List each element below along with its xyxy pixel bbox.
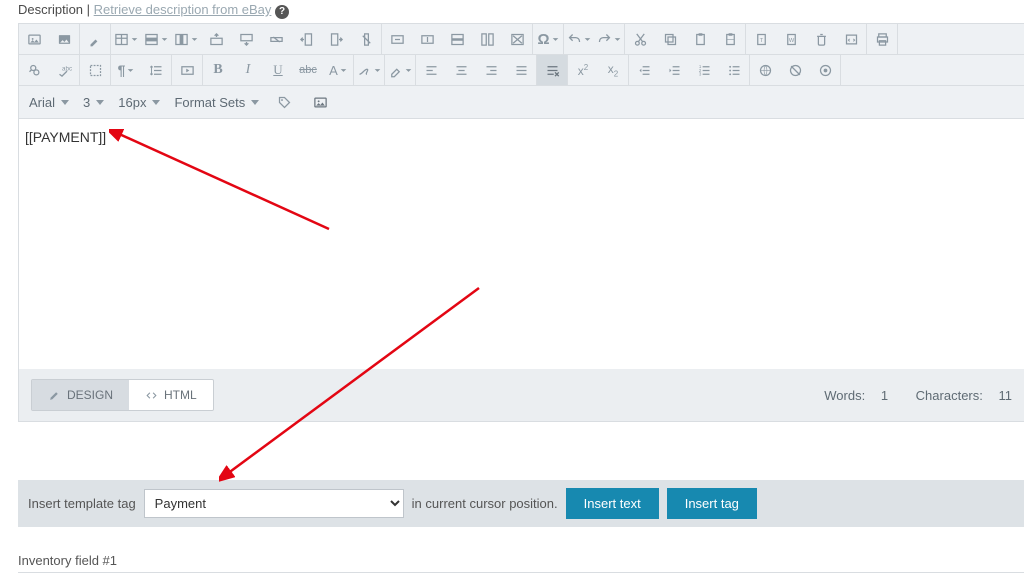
annotation-arrow-1 [109,129,349,369]
view-tabs: DESIGN HTML [31,379,214,411]
insert-label-after: in current cursor position. [412,496,558,511]
video-icon[interactable] [172,55,202,85]
editor-stats: Words: 1 Characters: 11 [800,388,1012,403]
delete-table-icon[interactable] [502,24,532,54]
cut-icon[interactable] [625,24,655,54]
subscript-icon[interactable]: x2 [598,55,628,85]
image-manager-icon[interactable] [49,24,79,54]
font-size-px-select[interactable]: 16px [118,95,160,110]
row-dropdown-icon[interactable] [141,24,171,54]
print-icon[interactable] [867,24,897,54]
marker-icon[interactable] [385,55,415,85]
insert-tag-button[interactable]: Insert tag [667,488,757,519]
paste-icon[interactable] [685,24,715,54]
rich-text-editor: Ω T W abc ¶ [18,23,1024,422]
description-label: Description [18,2,83,17]
remove-format-icon[interactable] [537,55,567,85]
strikethrough-icon[interactable]: abc [293,55,323,85]
toolbar-row-3: Arial 3 16px Format Sets [19,86,1024,119]
italic-icon[interactable]: I [233,55,263,85]
outdent-icon[interactable] [629,55,659,85]
font-color-icon[interactable]: A [323,55,353,85]
bold-icon[interactable]: B [203,55,233,85]
align-right-icon[interactable] [476,55,506,85]
inventory-field-label: Inventory field #1 [18,547,1024,573]
svg-text:T: T [759,38,763,44]
indent-icon[interactable] [659,55,689,85]
merge-cells-icon[interactable] [382,24,412,54]
source-icon[interactable] [836,24,866,54]
highlight-icon[interactable] [354,55,384,85]
svg-text:W: W [788,38,794,44]
format-sets-select[interactable]: Format Sets [174,95,259,110]
delete-row-icon[interactable] [261,24,291,54]
table-dropdown-icon[interactable] [111,24,141,54]
paste-special-icon[interactable] [715,24,745,54]
pencil-icon [48,389,61,402]
underline-icon[interactable]: U [263,55,293,85]
toolbar-row-1: Ω T W [19,24,1024,55]
clear-icon[interactable] [806,24,836,54]
template-tag-select[interactable]: Payment [144,489,404,518]
align-left-icon[interactable] [416,55,446,85]
insert-text-button[interactable]: Insert text [566,488,659,519]
code-icon [145,389,158,402]
toolbar-row-2: abc ¶ B I U abc A [19,55,1024,86]
special-char-icon[interactable]: Ω [533,24,563,54]
insert-col-right-icon[interactable] [321,24,351,54]
help-icon[interactable]: ? [275,5,289,19]
split-vertical-icon[interactable] [472,24,502,54]
description-header: Description | Retrieve description from … [0,0,1024,23]
undo-icon[interactable] [564,24,594,54]
font-size-num-select[interactable]: 3 [83,95,104,110]
insert-template-bar: Insert template tag Payment in current c… [18,480,1024,527]
tab-design[interactable]: DESIGN [32,380,129,410]
col-dropdown-icon[interactable] [171,24,201,54]
editor-footer: DESIGN HTML Words: 1 Characters: 11 [19,369,1024,421]
unordered-list-icon[interactable] [719,55,749,85]
insert-row-below-icon[interactable] [231,24,261,54]
delete-col-icon[interactable] [351,24,381,54]
paragraph-icon[interactable]: ¶ [111,55,141,85]
align-justify-icon[interactable] [506,55,536,85]
link-icon[interactable] [750,55,780,85]
font-family-select[interactable]: Arial [29,95,69,110]
split-horizontal-icon[interactable] [442,24,472,54]
insert-image-icon[interactable] [19,24,49,54]
copy-icon[interactable] [655,24,685,54]
svg-text:3: 3 [698,71,701,76]
unlink-icon[interactable] [780,55,810,85]
anchor-link-icon[interactable] [810,55,840,85]
insert-col-left-icon[interactable] [291,24,321,54]
insert-row-above-icon[interactable] [201,24,231,54]
editor-content[interactable]: [[PAYMENT]] [19,119,1024,369]
paste-text-icon[interactable]: T [746,24,776,54]
insert-photo-icon[interactable] [309,91,331,113]
paint-icon[interactable] [80,24,110,54]
find-icon[interactable] [19,55,49,85]
retrieve-link[interactable]: Retrieve description from eBay [94,2,272,17]
content-text: [[PAYMENT]] [25,129,106,145]
superscript-icon[interactable]: x2 [568,55,598,85]
tag-icon[interactable] [273,91,295,113]
tab-html[interactable]: HTML [129,380,213,410]
spellcheck-icon[interactable]: abc [49,55,79,85]
select-all-icon[interactable] [80,55,110,85]
redo-icon[interactable] [594,24,624,54]
align-center-icon[interactable] [446,55,476,85]
paste-word-icon[interactable]: W [776,24,806,54]
insert-label-before: Insert template tag [28,496,136,511]
line-height-icon[interactable] [141,55,171,85]
merge-down-icon[interactable] [412,24,442,54]
ordered-list-icon[interactable]: 123 [689,55,719,85]
